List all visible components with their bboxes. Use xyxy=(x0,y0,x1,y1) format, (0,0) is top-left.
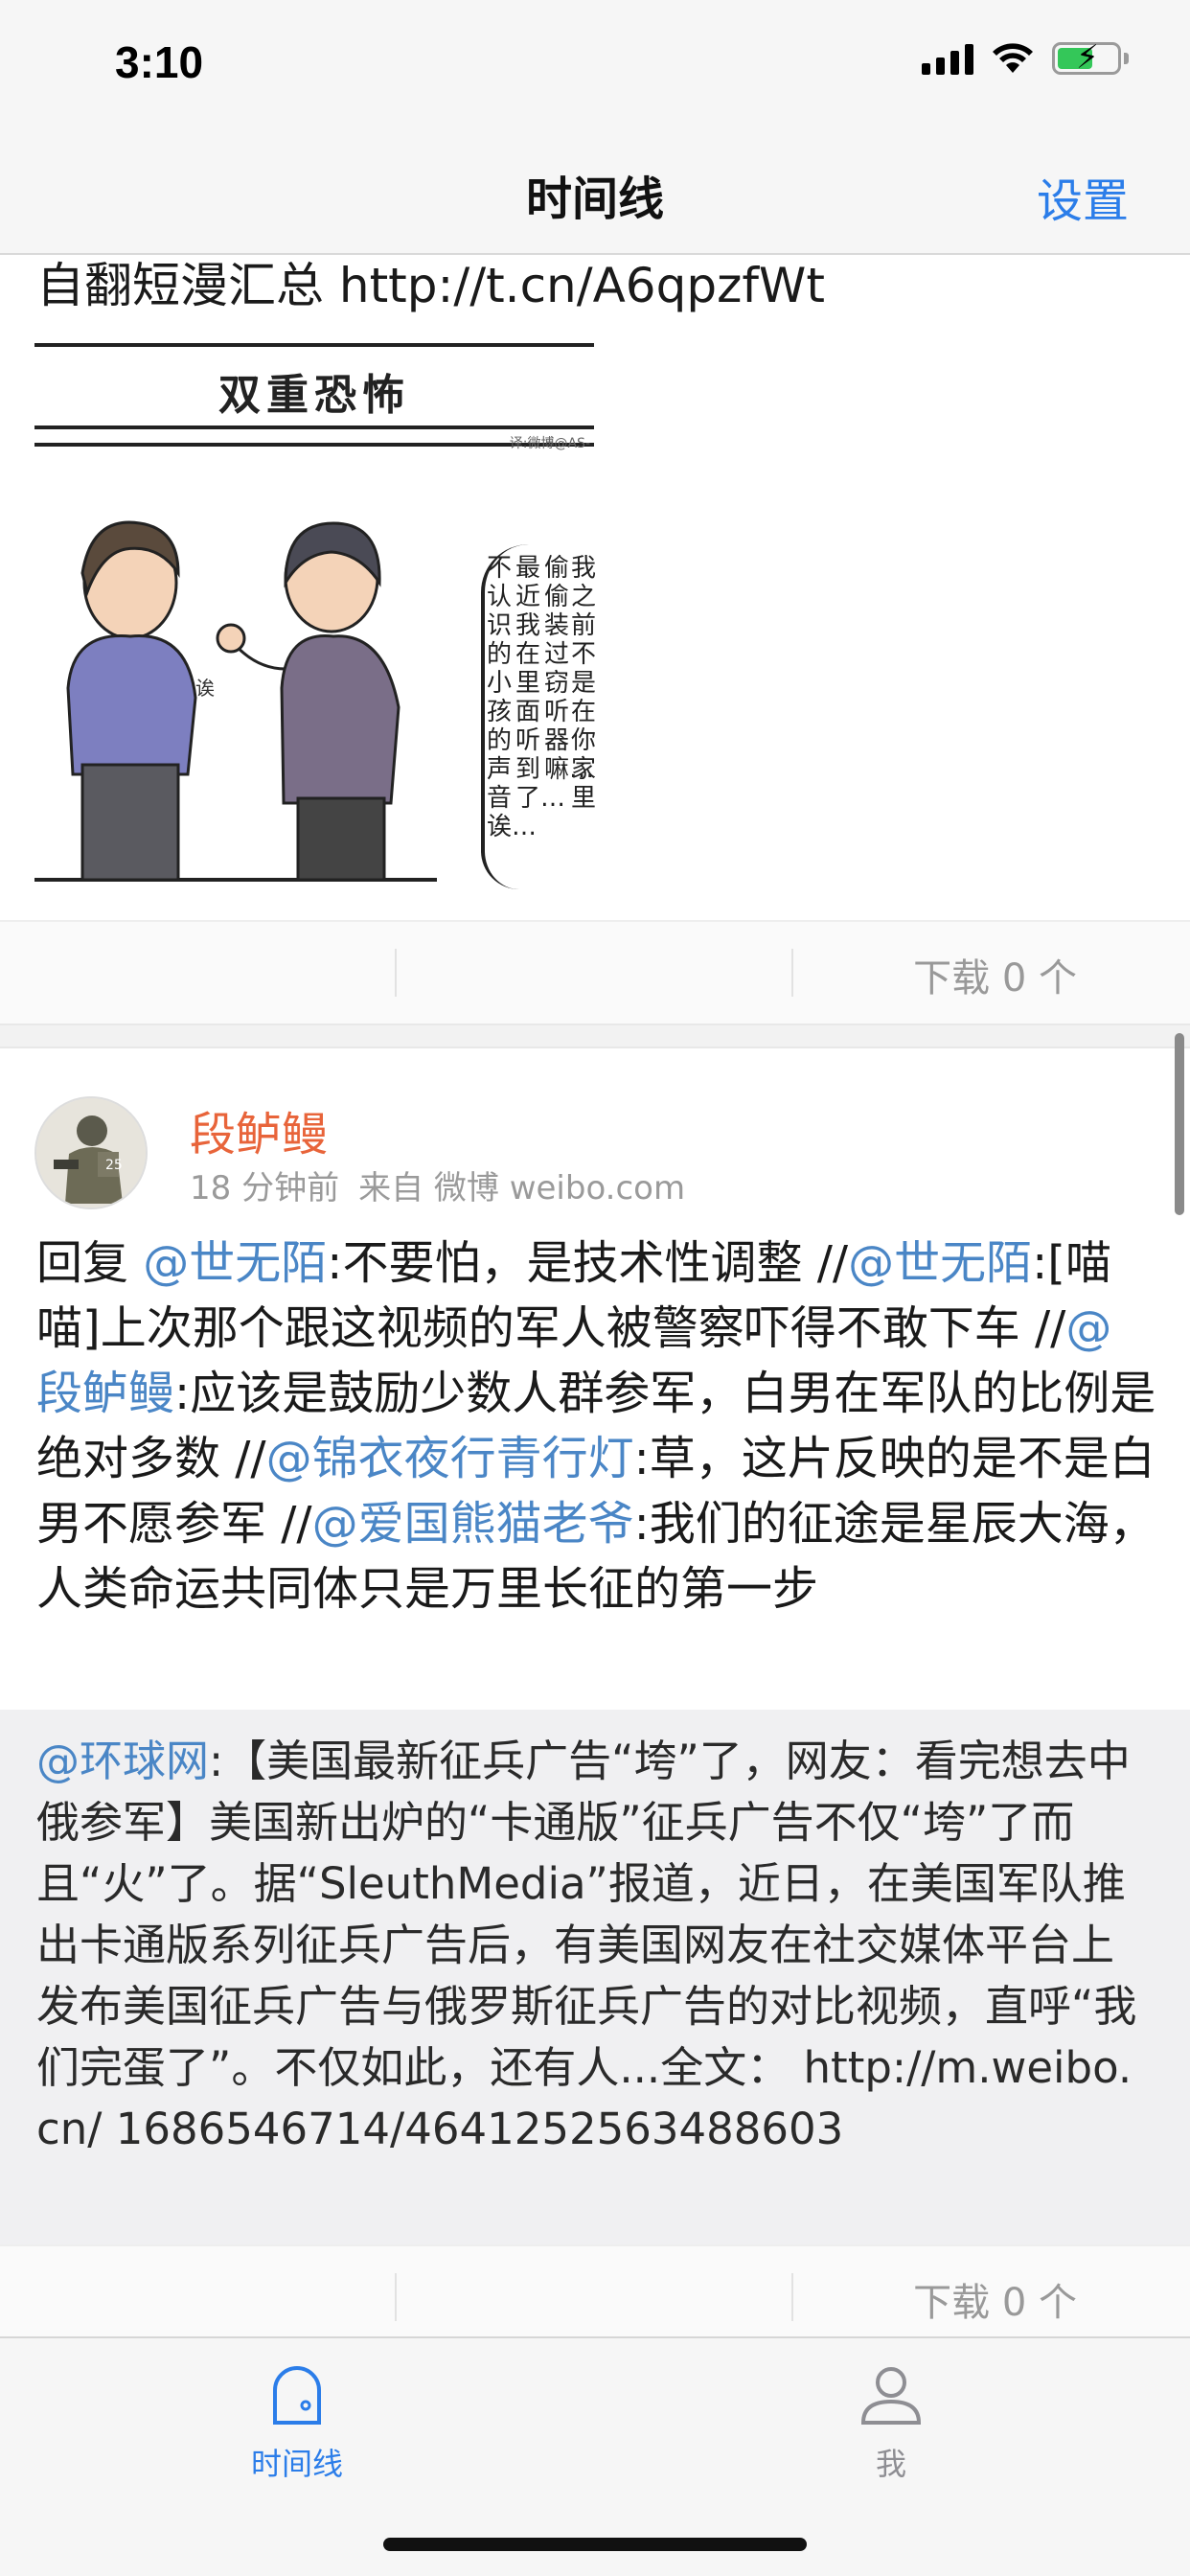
svg-text:25: 25 xyxy=(105,1158,123,1173)
settings-button[interactable]: 设置 xyxy=(1037,163,1129,230)
navigation-bar: 时间线 设置 xyxy=(0,134,1190,255)
status-time: 3:10 xyxy=(115,37,204,87)
post-body-text: 回复 xyxy=(36,1236,144,1290)
speech-column: 我之前不是在你家里 xyxy=(571,554,597,813)
user-mention[interactable]: @爱国熊猫老爷 xyxy=(312,1497,634,1551)
speech-column: 最近我在里面听到了… xyxy=(515,554,566,813)
battery-icon: ⚡ xyxy=(1052,41,1121,75)
comic-title: 双重恐怖 xyxy=(218,371,410,420)
post-body-text: :不要怕，是技术性调整 // xyxy=(327,1236,849,1290)
post-source: 来自 微博 weibo.com xyxy=(358,1169,686,1208)
retweet-text: :【美国最新征兵广告“垮”了，网友：看完想去中俄参军】美国新出炉的“卡通版”征兵… xyxy=(36,1736,1137,2154)
post-divider xyxy=(0,1024,1190,1048)
post-meta: 18 分钟前 来自 微博 weibo.com xyxy=(190,1162,704,1208)
post-author[interactable]: 段鲈鳗 xyxy=(190,1096,328,1163)
post-body: 回复 @世无陌:不要怕，是技术性调整 //@世无陌:[喵喵]上次那个跟这视频的军… xyxy=(36,1230,1157,1622)
post-time: 18 分钟前 xyxy=(190,1169,340,1208)
download-button[interactable]: 下载 0 个 xyxy=(913,2271,1077,2327)
home-indicator xyxy=(383,2538,807,2551)
speech-column: 偷偷装过窃听器嘛… xyxy=(544,554,595,784)
status-bar: 3:10 ⚡ xyxy=(0,0,1190,134)
page-title: 时间线 xyxy=(525,172,664,226)
comic-credit: 译:微博@AS- xyxy=(509,436,590,451)
post-action-bar: 下载 0 个 xyxy=(0,920,1190,1024)
post-action-bar: 下载 0 个 xyxy=(0,2244,1190,2336)
status-icons: ⚡ xyxy=(922,41,1129,75)
user-mention[interactable]: @世无陌 xyxy=(848,1236,1032,1290)
comic-illustration xyxy=(34,520,437,882)
tab-label: 时间线 xyxy=(250,2446,343,2482)
speech-column: 不认识的小孩的声音诶… xyxy=(487,554,538,841)
scroll-indicator[interactable] xyxy=(1175,1033,1184,1215)
tab-me[interactable]: 我 xyxy=(795,2361,987,2484)
tab-timeline[interactable]: 时间线 xyxy=(201,2361,393,2484)
timeline-icon xyxy=(273,2366,321,2425)
tab-label: 我 xyxy=(875,2446,906,2482)
cellular-signal-icon xyxy=(922,42,973,75)
user-mention[interactable]: @锦衣夜行青行灯 xyxy=(266,1432,634,1485)
user-mention[interactable]: @世无陌 xyxy=(143,1236,327,1290)
timeline-feed[interactable]: 自翻短漫汇总 http://t.cn/A6qpzfWt 双重恐怖 译:微博@AS… xyxy=(0,257,1190,2336)
download-button[interactable]: 下载 0 个 xyxy=(913,947,1077,1002)
retweet-card[interactable]: @环球网:【美国最新征兵广告“垮”了，网友：看完想去中俄参军】美国新出炉的“卡通… xyxy=(0,1710,1190,2254)
comic-image[interactable]: 双重恐怖 译:微博@AS- 诶 不认识的小孩的声音诶… 最近我在里面听到了… 偷… xyxy=(34,343,597,889)
person-icon xyxy=(860,2367,922,2425)
retweet-mention[interactable]: @环球网 xyxy=(36,1736,209,1786)
post-text: 自翻短漫汇总 http://t.cn/A6qpzfWt xyxy=(36,258,825,313)
comic-sigh: 诶 xyxy=(195,677,215,700)
wifi-icon xyxy=(993,43,1033,73)
avatar[interactable]: 25 xyxy=(34,1096,148,1209)
